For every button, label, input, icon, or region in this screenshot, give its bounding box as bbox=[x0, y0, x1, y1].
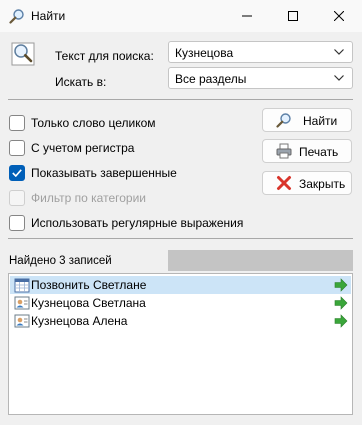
contact-card-icon bbox=[14, 314, 30, 328]
list-item-label: Позвонить Светлане bbox=[31, 278, 147, 292]
show-completed-label: Показывать завершенные bbox=[31, 166, 177, 180]
whole-word-label: Только слово целиком bbox=[31, 116, 156, 130]
find-button-label: Найти bbox=[303, 114, 338, 128]
window-title: Найти bbox=[31, 9, 66, 23]
search-icon bbox=[276, 113, 291, 128]
results-list[interactable]: Позвонить Светлане Кузнецова Светлана Ку… bbox=[8, 273, 353, 415]
red-x-icon bbox=[277, 176, 291, 190]
search-scope-combobox[interactable]: Все разделы bbox=[168, 67, 353, 89]
close-button[interactable]: Закрыть bbox=[262, 171, 352, 195]
search-text-label: Текст для поиска: bbox=[55, 49, 154, 63]
chevron-down-icon bbox=[334, 49, 344, 55]
list-item[interactable]: Позвонить Светлане bbox=[10, 276, 351, 294]
calendar-icon bbox=[14, 278, 30, 293]
close-window-button[interactable] bbox=[316, 0, 362, 32]
results-count-label: Найдено 3 записей bbox=[9, 255, 112, 267]
list-item-label: Кузнецова Алена bbox=[31, 314, 128, 328]
magnifier-icon bbox=[9, 9, 24, 24]
list-item-label: Кузнецова Светлана bbox=[31, 296, 146, 310]
regex-checkbox[interactable] bbox=[9, 215, 25, 231]
print-button[interactable]: Печать bbox=[262, 139, 352, 163]
title-bar[interactable]: Найти bbox=[0, 0, 362, 32]
search-scope-value: Все разделы bbox=[175, 72, 247, 86]
go-arrow-icon[interactable] bbox=[334, 296, 348, 310]
match-case-checkbox[interactable] bbox=[9, 140, 25, 156]
list-item[interactable]: Кузнецова Алена bbox=[10, 312, 351, 330]
whole-word-checkbox[interactable] bbox=[9, 115, 25, 131]
print-button-label: Печать bbox=[299, 145, 339, 159]
minimize-icon bbox=[242, 15, 252, 17]
checkmark-icon bbox=[12, 169, 22, 177]
category-filter-checkbox bbox=[9, 190, 25, 206]
close-button-label: Закрыть bbox=[299, 177, 346, 191]
category-filter-label: Фильтр по категории bbox=[31, 191, 146, 205]
chevron-down-icon bbox=[334, 75, 344, 81]
close-icon bbox=[334, 11, 344, 21]
find-button[interactable]: Найти bbox=[262, 108, 352, 132]
minimize-button[interactable] bbox=[224, 0, 270, 32]
search-text-combobox[interactable]: Кузнецова bbox=[168, 41, 353, 63]
printer-icon bbox=[276, 143, 292, 159]
search-document-icon bbox=[11, 42, 35, 66]
separator bbox=[8, 238, 353, 239]
results-progress-bar bbox=[168, 250, 353, 271]
match-case-label: С учетом регистра bbox=[31, 141, 135, 155]
search-scope-label: Искать в: bbox=[55, 75, 107, 89]
separator bbox=[8, 99, 353, 100]
maximize-button[interactable] bbox=[270, 0, 316, 32]
search-text-value: Кузнецова bbox=[175, 46, 234, 60]
maximize-icon bbox=[288, 11, 298, 21]
list-item[interactable]: Кузнецова Светлана bbox=[10, 294, 351, 312]
regex-label: Использовать регулярные выражения bbox=[31, 216, 244, 230]
go-arrow-icon[interactable] bbox=[334, 314, 348, 328]
show-completed-checkbox[interactable] bbox=[9, 165, 25, 181]
go-arrow-icon[interactable] bbox=[334, 278, 348, 292]
contact-card-icon bbox=[14, 296, 30, 310]
